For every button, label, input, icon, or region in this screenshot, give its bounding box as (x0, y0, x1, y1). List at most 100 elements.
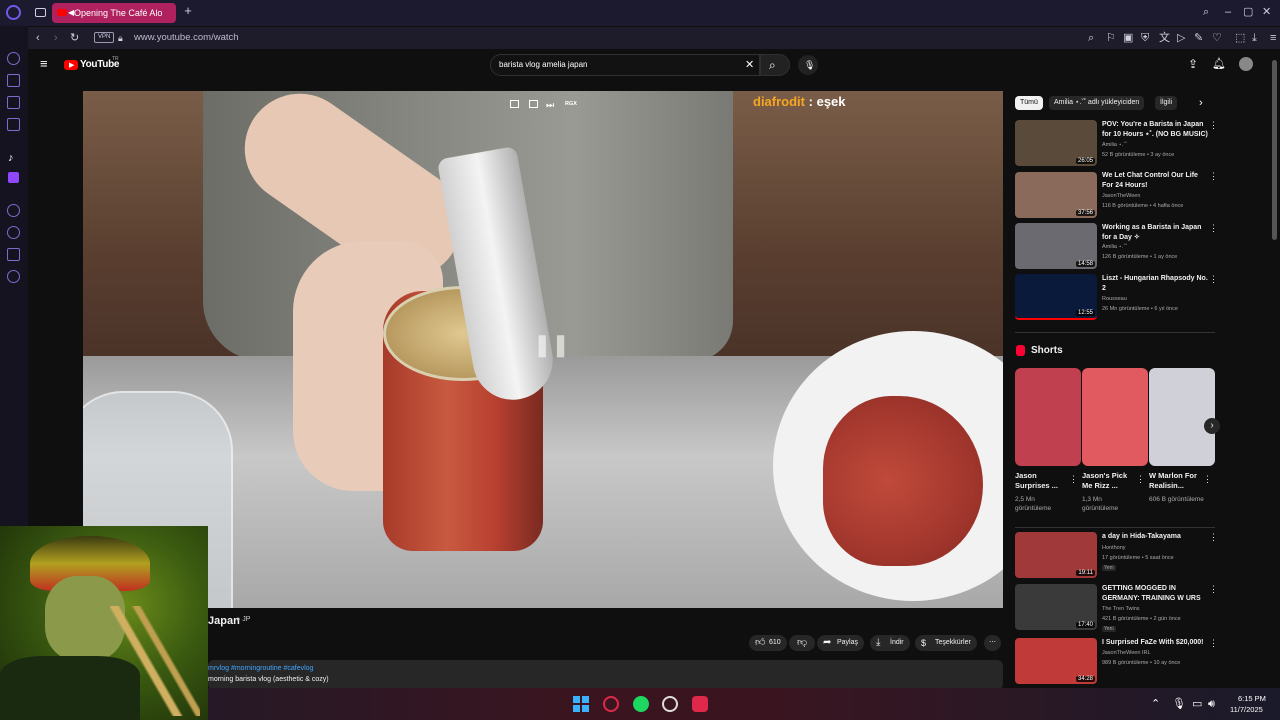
channel-name[interactable]: JasonTheWeen IRL (1102, 650, 1151, 656)
short-thumbnail[interactable] (1082, 368, 1148, 466)
thanks-button[interactable]: $ Teşekkürler (915, 635, 977, 651)
easy-setup-icon[interactable]: ≡ (1270, 32, 1276, 44)
video-menu-icon[interactable]: ⋮ (1209, 532, 1218, 543)
video-thumbnail[interactable]: 17:40 (1015, 584, 1097, 630)
history-icon[interactable] (7, 226, 20, 239)
notifications-bell-icon[interactable]: 🔔︎ (1212, 58, 1226, 70)
video-menu-icon[interactable]: ⋮ (1209, 274, 1218, 285)
video-title-link[interactable]: Liszt - Hungarian Rhapsody No. 2 (1102, 274, 1208, 294)
video-title-link[interactable]: I Surprised FaZe With $20,000! (1102, 638, 1208, 648)
microphone-tray-icon[interactable]: 🎙︎ (1172, 698, 1186, 710)
pen-icon[interactable]: ✎ (1194, 32, 1203, 44)
heart-icon[interactable]: ♡ (1212, 32, 1222, 44)
app-taskbar-icon[interactable] (692, 696, 708, 712)
forward-icon[interactable]: › (54, 32, 58, 44)
play-icon[interactable]: ▷ (1177, 32, 1185, 44)
tiktok-icon[interactable]: ♪ (8, 152, 14, 164)
video-thumbnail[interactable]: 12:55 (1015, 274, 1097, 320)
spotify-icon[interactable] (633, 696, 649, 712)
url-text[interactable]: www.youtube.com/watch (134, 32, 239, 43)
video-thumbnail[interactable]: 37:56 (1015, 172, 1097, 218)
tab-menu-icon[interactable] (35, 8, 46, 17)
display-icon[interactable]: ▭ (1192, 698, 1202, 710)
lock-icon[interactable]: 🔒︎ (118, 32, 123, 44)
chip-related[interactable]: İlgili (1155, 96, 1178, 110)
video-menu-icon[interactable]: ⋮ (1209, 584, 1218, 595)
share-button[interactable]: ➦ Paylaş (817, 635, 865, 651)
maximize-icon[interactable]: ▢ (1243, 6, 1253, 18)
video-title-link[interactable]: GETTING MOGGED IN GERMANY: TRAINING W UR… (1102, 584, 1208, 604)
settings-icon[interactable] (7, 270, 20, 283)
snapshot-icon[interactable]: ▣ (1123, 32, 1133, 44)
search-input[interactable]: barista vlog amelia japan (490, 54, 760, 76)
video-menu-icon[interactable]: ⋮ (1209, 638, 1218, 649)
clear-search-icon[interactable]: ✕ (745, 59, 754, 71)
reload-icon[interactable]: ↻ (70, 32, 79, 44)
short-title[interactable]: Jason's Pick Me Rizz ... (1082, 471, 1138, 491)
close-window-icon[interactable]: ✕ (1262, 6, 1271, 18)
video-thumbnail[interactable]: 14:58 (1015, 223, 1097, 269)
like-button[interactable]: 👍︎ 610 (749, 635, 787, 651)
shield-icon[interactable]: ⛨ (1141, 32, 1149, 44)
twitch-icon[interactable] (8, 172, 19, 183)
hashtags[interactable]: mrvlog #morningroutine #cafevlog (208, 665, 313, 672)
download-icon[interactable]: ⤓ (1252, 32, 1257, 44)
avatar[interactable] (1239, 57, 1253, 71)
new-tab-icon[interactable]: + (182, 4, 194, 17)
messenger-icon[interactable] (7, 118, 20, 131)
clock-time[interactable]: 6:15 PM (1238, 694, 1266, 703)
hamburger-menu-icon[interactable]: ≡ (40, 57, 48, 70)
upload-icon[interactable]: ⇪ (1188, 58, 1198, 70)
channel-name[interactable]: The Tren Twins (1102, 606, 1140, 612)
page-scrollbar[interactable] (1272, 60, 1277, 240)
channel-name[interactable]: Amilia ⋆.ˇ˚ (1102, 142, 1127, 148)
description-box[interactable]: mrvlog #morningroutine #cafevlog morning… (208, 660, 1003, 690)
search-tabs-icon[interactable]: ⌕ (1203, 6, 1209, 18)
audio-playing-icon[interactable]: ◀ (68, 3, 74, 23)
more-actions-button[interactable]: ⋯ (984, 635, 1001, 651)
extensions-icon[interactable]: ⬚ (1235, 32, 1245, 44)
skip-next-icon[interactable]: ⏭ (546, 99, 554, 111)
miniplayer-icon[interactable] (510, 100, 519, 108)
opera-logo-icon[interactable] (6, 5, 21, 20)
channel-name[interactable]: JasonTheWeen (1102, 193, 1140, 199)
short-title[interactable]: Jason Surprises ... (1015, 471, 1071, 491)
pause-icon[interactable]: ❚❚ (533, 334, 570, 356)
dislike-button[interactable]: 👎︎ (789, 635, 816, 651)
video-title-link[interactable]: Working as a Barista in Japan for a Day … (1102, 223, 1208, 243)
player-icon[interactable] (7, 96, 20, 109)
search-button[interactable]: ⌕ (760, 54, 790, 76)
video-thumbnail[interactable]: 19:11 (1015, 532, 1097, 578)
channel-name[interactable]: Honthony (1102, 545, 1126, 551)
chip-all[interactable]: Tümü (1015, 96, 1043, 110)
video-title-link[interactable]: We Let Chat Control Our Life For 24 Hour… (1102, 171, 1208, 191)
obs-icon[interactable] (662, 696, 678, 712)
short-thumbnail[interactable] (1015, 368, 1081, 466)
opera-gx-taskbar-icon[interactable] (603, 696, 619, 712)
translate-icon[interactable]: 文 (1159, 32, 1170, 44)
vpn-badge[interactable]: VPN (94, 32, 115, 43)
chip-uploader[interactable]: Amilia ⋆.ˇ˚ adlı yükleyiciden (1049, 96, 1145, 110)
minimize-icon[interactable]: – (1225, 6, 1231, 18)
short-thumbnail[interactable] (1149, 368, 1215, 466)
tray-overflow-icon[interactable]: ⌃ (1151, 698, 1160, 710)
crypto-wallet-icon[interactable] (7, 74, 20, 87)
short-menu-icon[interactable]: ⋮ (1069, 474, 1078, 485)
video-thumbnail[interactable]: 26:05 (1015, 120, 1097, 166)
video-thumbnail[interactable]: 34:28 (1015, 638, 1097, 684)
voice-search-button[interactable]: 🎙︎ (798, 55, 818, 75)
video-menu-icon[interactable]: ⋮ (1209, 171, 1218, 182)
zoom-icon[interactable]: ⌕ (1088, 32, 1094, 44)
video-title-link[interactable]: a day in Hida-Takayama (1102, 532, 1208, 542)
short-title[interactable]: W Marlon For Realisin... (1149, 471, 1205, 491)
pinboard-icon[interactable] (7, 248, 20, 261)
chip-scroll-right-icon[interactable]: › (1199, 97, 1203, 109)
exit-icon[interactable] (529, 100, 538, 108)
video-title-link[interactable]: POV: You're a Barista in Japan for 10 Ho… (1102, 120, 1208, 140)
video-player[interactable]: ⏭ RGX ❚❚ (83, 91, 1003, 608)
shorts-next-button[interactable]: › (1204, 418, 1220, 434)
clock-date[interactable]: 11/7/2025 (1230, 705, 1263, 714)
short-menu-icon[interactable]: ⋮ (1203, 474, 1212, 485)
download-button[interactable]: ⤓ İndir (870, 635, 910, 651)
channel-name[interactable]: Rousseau (1102, 296, 1127, 302)
